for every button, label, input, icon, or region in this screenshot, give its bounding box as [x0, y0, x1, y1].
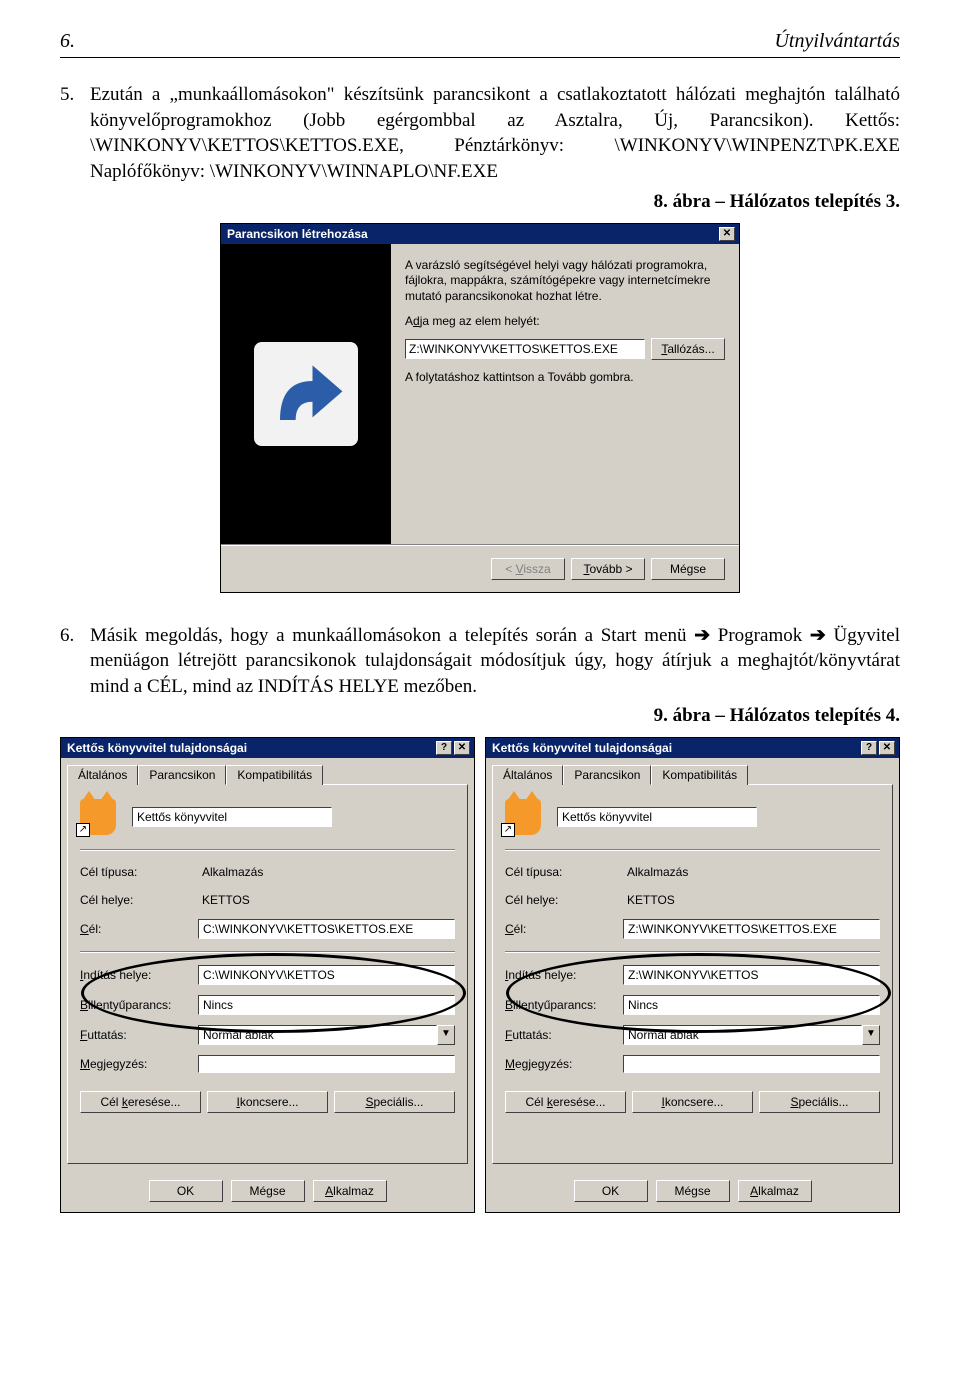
find-target-button[interactable]: Cél keresése... — [80, 1091, 201, 1113]
item-number: 6. — [60, 623, 90, 700]
run-select[interactable]: Normál ablak — [198, 1025, 437, 1045]
divider — [80, 951, 455, 953]
advanced-button[interactable]: Speciális... — [334, 1091, 455, 1113]
shortcut-wizard-dialog: Parancsikon létrehozása ✕ A varázsló seg… — [220, 223, 740, 593]
lbl-start-in: Indítás helye: — [80, 968, 190, 982]
target-input[interactable]: C:\WINKONYV\KETTOS\KETTOS.EXE — [198, 919, 455, 939]
val-target-type: Alkalmazás — [198, 863, 455, 881]
shortcut-badge-icon: ↗ — [501, 823, 515, 837]
close-icon[interactable]: ✕ — [719, 227, 735, 241]
apply-button[interactable]: Alkalmaz — [313, 1180, 387, 1202]
help-icon[interactable]: ? — [436, 741, 452, 755]
figure-caption-9: 9. ábra – Hálózatos telepítés 4. — [60, 705, 900, 727]
lbl-target: Cél: — [505, 922, 615, 936]
lbl-start-in: Indítás helye: — [505, 968, 615, 982]
ok-button[interactable]: OK — [574, 1180, 648, 1202]
arrow-right-icon: ➔ — [694, 625, 710, 646]
run-select[interactable]: Normál ablak — [623, 1025, 862, 1045]
lbl-comment: Megjegyzés: — [505, 1057, 615, 1071]
shortcut-name[interactable]: Kettős könyvvitel — [557, 807, 757, 827]
hotkey-input[interactable]: Nincs — [198, 995, 455, 1015]
change-icon-button[interactable]: Ikoncsere... — [632, 1091, 753, 1113]
page-number: 6. — [60, 30, 75, 53]
titlebar: Kettős könyvvitel tulajdonságai ? ✕ — [61, 738, 474, 758]
app-icon: ↗ — [80, 799, 116, 835]
start-in-input[interactable]: Z:\WINKONYV\KETTOS — [623, 965, 880, 985]
arrow-right-icon: ➔ — [810, 625, 826, 646]
dialog-title: Parancsikon létrehozása — [227, 227, 368, 241]
list-item: 5. Ezután a „munkaállomásokon" készítsün… — [60, 82, 900, 185]
cancel-button[interactable]: Mégse — [231, 1180, 305, 1202]
tab-general[interactable]: Általános — [492, 765, 563, 785]
tab-shortcut[interactable]: Parancsikon — [138, 765, 226, 785]
cancel-button[interactable]: Mégse — [656, 1180, 730, 1202]
divider — [505, 849, 880, 851]
tab-general[interactable]: Általános — [67, 765, 138, 785]
divider — [505, 951, 880, 953]
lbl-comment: Megjegyzés: — [80, 1057, 190, 1071]
lbl-target-type: Cél típusa: — [505, 865, 615, 879]
back-button: < Vissza — [491, 558, 565, 580]
tab-compat[interactable]: Kompatibilitás — [226, 765, 323, 785]
item-text: Másik megoldás, hogy a munkaállomásokon … — [90, 623, 900, 700]
val-target-loc: KETTOS — [198, 891, 455, 909]
tabs: Általános Parancsikon Kompatibilitás — [486, 758, 899, 784]
val-target-type: Alkalmazás — [623, 863, 880, 881]
tab-panel: ↗ Kettős könyvvitel Cél típusa: Alkalmaz… — [67, 784, 468, 1164]
change-icon-button[interactable]: Ikoncsere... — [207, 1091, 328, 1113]
close-icon[interactable]: ✕ — [454, 741, 470, 755]
page-header: 6. Útnyilvántartás — [60, 30, 900, 58]
lbl-hotkey: Billentyűparancs: — [80, 998, 190, 1012]
shortcut-name[interactable]: Kettős könyvvitel — [132, 807, 332, 827]
apply-button[interactable]: Alkalmaz — [738, 1180, 812, 1202]
titlebar: Parancsikon létrehozása ✕ — [221, 224, 739, 244]
lbl-hotkey: Billentyűparancs: — [505, 998, 615, 1012]
advanced-button[interactable]: Speciális... — [759, 1091, 880, 1113]
tab-compat[interactable]: Kompatibilitás — [651, 765, 748, 785]
path-input[interactable] — [405, 339, 645, 359]
list-item: 6. Másik megoldás, hogy a munkaállomások… — [60, 623, 900, 700]
hotkey-input[interactable]: Nincs — [623, 995, 880, 1015]
item-text: Ezután a „munkaállomásokon" készítsünk p… — [90, 82, 900, 185]
lbl-target-loc: Cél helye: — [505, 893, 615, 907]
lbl-target: Cél: — [80, 922, 190, 936]
lbl-target-loc: Cél helye: — [80, 893, 190, 907]
tabs: Általános Parancsikon Kompatibilitás — [61, 758, 474, 784]
lbl-target-type: Cél típusa: — [80, 865, 190, 879]
app-icon: ↗ — [505, 799, 541, 835]
lbl-run: Futtatás: — [505, 1028, 615, 1042]
shortcut-arrow-icon — [241, 329, 371, 459]
shortcut-badge-icon: ↗ — [76, 823, 90, 837]
ok-button[interactable]: OK — [149, 1180, 223, 1202]
start-in-input[interactable]: C:\WINKONYV\KETTOS — [198, 965, 455, 985]
target-input[interactable]: Z:\WINKONYV\KETTOS\KETTOS.EXE — [623, 919, 880, 939]
chevron-down-icon[interactable]: ▼ — [862, 1025, 880, 1045]
section-title: Útnyilvántartás — [774, 30, 900, 53]
comment-input[interactable] — [623, 1055, 880, 1073]
tab-panel: ↗ Kettős könyvvitel Cél típusa: Alkalmaz… — [492, 784, 893, 1164]
next-button[interactable]: Tovább > — [571, 558, 645, 580]
comment-input[interactable] — [198, 1055, 455, 1073]
wizard-banner — [221, 244, 391, 544]
item-number: 5. — [60, 82, 90, 185]
continue-text: A folytatáshoz kattintson a Tovább gombr… — [405, 370, 725, 386]
close-icon[interactable]: ✕ — [879, 741, 895, 755]
properties-dialog-right: Kettős könyvvitel tulajdonságai ? ✕ Álta… — [485, 737, 900, 1213]
cancel-button[interactable]: Mégse — [651, 558, 725, 580]
divider — [80, 849, 455, 851]
help-icon[interactable]: ? — [861, 741, 877, 755]
find-target-button[interactable]: Cél keresése... — [505, 1091, 626, 1113]
figure-caption-8: 8. ábra – Hálózatos telepítés 3. — [60, 191, 900, 213]
val-target-loc: KETTOS — [623, 891, 880, 909]
titlebar: Kettős könyvvitel tulajdonságai ? ✕ — [486, 738, 899, 758]
dialog-title: Kettős könyvvitel tulajdonságai — [67, 741, 247, 755]
wizard-help-text: A varázsló segítségével helyi vagy hálóz… — [405, 258, 725, 305]
dialog-title: Kettős könyvvitel tulajdonságai — [492, 741, 672, 755]
lbl-run: Futtatás: — [80, 1028, 190, 1042]
tab-shortcut[interactable]: Parancsikon — [563, 765, 651, 785]
path-label: Adja meg az elem helyét: — [405, 314, 725, 328]
properties-dialog-left: Kettős könyvvitel tulajdonságai ? ✕ Álta… — [60, 737, 475, 1213]
chevron-down-icon[interactable]: ▼ — [437, 1025, 455, 1045]
browse-button[interactable]: Tallózás... — [651, 338, 725, 360]
